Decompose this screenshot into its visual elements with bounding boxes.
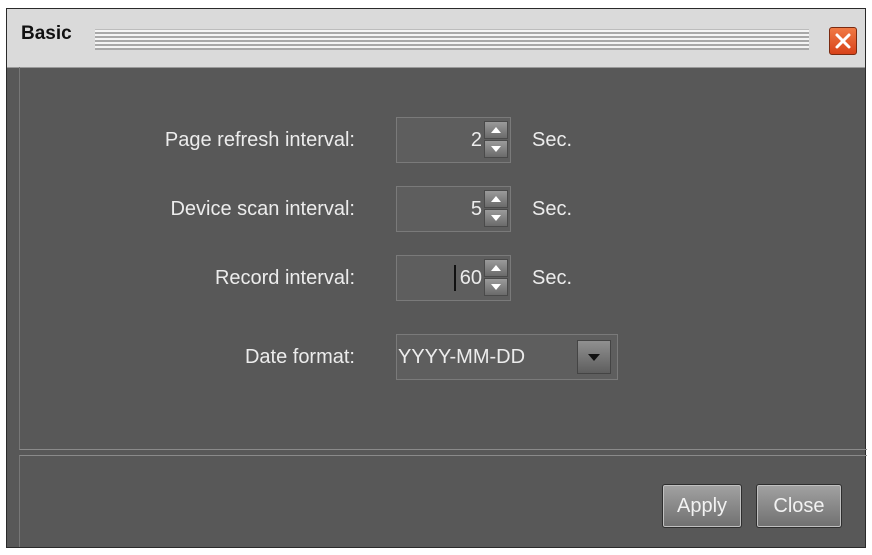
page-refresh-unit: Sec. xyxy=(532,129,573,151)
device-scan-value[interactable]: 5 xyxy=(471,198,482,221)
date-format-select[interactable]: YYYY-MM-DD xyxy=(396,334,618,380)
device-scan-unit: Sec. xyxy=(532,198,573,220)
device-scan-spinner[interactable]: 5 xyxy=(396,186,511,232)
increment-arrow-icon[interactable] xyxy=(484,121,508,139)
decrement-arrow-icon[interactable] xyxy=(484,209,508,227)
page-refresh-spinner[interactable]: 2 xyxy=(396,117,511,163)
record-interval-value[interactable]: 60 xyxy=(460,267,482,290)
close-icon[interactable] xyxy=(829,27,857,55)
date-format-value: YYYY-MM-DD xyxy=(398,346,526,368)
settings-panel: Page refresh interval: 2 Sec. Device sca… xyxy=(19,67,867,450)
record-interval-spinner[interactable]: 60 xyxy=(396,255,511,301)
page-refresh-value[interactable]: 2 xyxy=(471,129,482,152)
page-refresh-stepper xyxy=(484,121,508,159)
record-interval-unit: Sec. xyxy=(532,267,573,289)
page-refresh-label: Page refresh interval: xyxy=(164,129,355,151)
text-cursor xyxy=(454,265,456,291)
decrement-arrow-icon[interactable] xyxy=(484,140,508,158)
decrement-arrow-icon[interactable] xyxy=(484,278,508,296)
window-title: Basic xyxy=(21,23,72,44)
record-interval-stepper xyxy=(484,259,508,297)
apply-button[interactable]: Apply xyxy=(662,484,742,528)
chevron-down-icon[interactable] xyxy=(577,340,611,374)
device-scan-label: Device scan interval: xyxy=(170,198,355,220)
basic-settings-dialog: Basic Page refresh interval: 2 Sec. Devi… xyxy=(6,8,867,548)
date-format-label: Date format: xyxy=(244,346,355,368)
increment-arrow-icon[interactable] xyxy=(484,259,508,277)
close-button[interactable]: Close xyxy=(756,484,842,528)
button-bar: Apply Close xyxy=(19,455,867,547)
title-bar[interactable]: Basic xyxy=(7,9,865,68)
record-interval-label: Record interval: xyxy=(214,267,355,289)
title-bar-grip xyxy=(95,29,809,50)
increment-arrow-icon[interactable] xyxy=(484,190,508,208)
device-scan-stepper xyxy=(484,190,508,228)
